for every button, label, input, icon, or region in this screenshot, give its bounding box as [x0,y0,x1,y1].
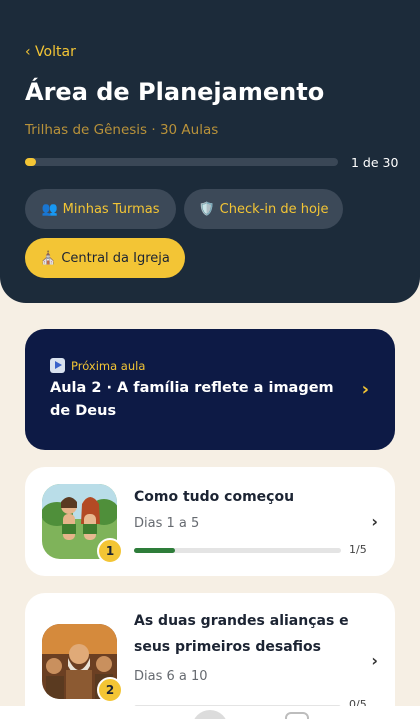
lesson-days: Dias 1 a 5 [134,516,200,531]
chevron-right-icon: › [361,379,369,400]
next-lesson-kicker: Próxima aula [50,358,145,373]
next-lesson-title: Aula 2 · A família reflete a imagem de D… [50,380,334,419]
nav-tab-icon[interactable] [285,712,309,719]
lesson-number-badge: 2 [97,677,123,703]
central-igreja-label: Central da Igreja [61,250,170,266]
page-subtitle: Trilhas de Gênesis · 30 Aulas [25,122,219,138]
lesson-card[interactable]: 2 As duas grandes alianças e seus primei… [25,593,395,719]
lesson-progress-fill [134,548,176,553]
lesson-title: Como tudo começou [134,489,295,505]
lesson-progress-count: 1/5 [349,543,367,556]
play-icon [50,358,65,373]
chevron-right-icon: › [371,512,378,531]
lesson-card[interactable]: 1 Como tudo começou Dias 1 a 5 1/5 › [25,467,395,576]
lesson-days: Dias 6 a 10 [134,669,208,684]
course-progress-fill [25,158,36,166]
minhas-turmas-label: Minhas Turmas [62,201,160,217]
chevron-right-icon: › [371,651,378,670]
checkin-button[interactable]: 🛡️ Check-in de hoje [184,189,343,229]
church-icon: ⛪ [40,250,57,266]
next-lesson-card[interactable]: Próxima aula Aula 2 · A família reflete … [25,329,395,450]
central-igreja-button[interactable]: ⛪ Central da Igreja [25,238,185,278]
lesson-progress-bar [134,548,341,553]
course-progress-bar [25,158,338,166]
course-progress-count: 1 de 30 [351,155,399,170]
lesson-number-badge: 1 [97,538,123,564]
minhas-turmas-button[interactable]: 👥 Minhas Turmas [25,189,176,229]
back-link[interactable]: ‹ Voltar [25,44,76,60]
page-title: Área de Planejamento [25,78,325,106]
next-lesson-kicker-label: Próxima aula [71,358,146,373]
header: ‹ Voltar Área de Planejamento Trilhas de… [0,0,420,303]
shield-icon: 🛡️ [198,201,215,217]
checkin-label: Check-in de hoje [219,201,329,217]
lesson-title: As duas grandes alianças e seus primeiro… [134,613,349,655]
people-icon: 👥 [41,201,58,217]
